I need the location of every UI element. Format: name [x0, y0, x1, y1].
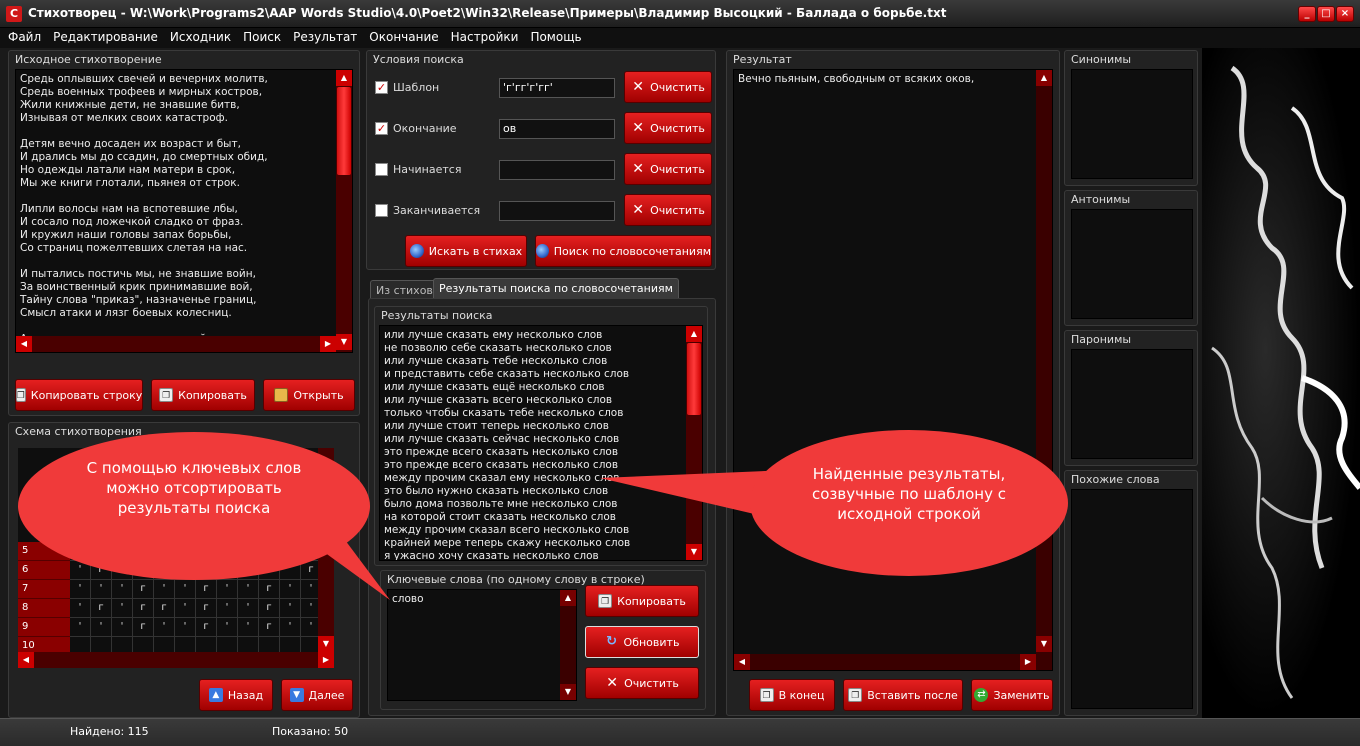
left-callout-bubble: С помощью ключевых слов можно отсортиров… — [18, 432, 370, 580]
status-shown: Показано: 50 — [272, 725, 349, 738]
callout-pointers — [280, 470, 790, 600]
right-callout-bubble: Найденные результаты, созвучные по шабло… — [750, 430, 1068, 576]
status-found: Найдено: 115 — [70, 725, 149, 738]
status-bar: Найдено: 115 Показано: 50 — [0, 718, 1360, 746]
